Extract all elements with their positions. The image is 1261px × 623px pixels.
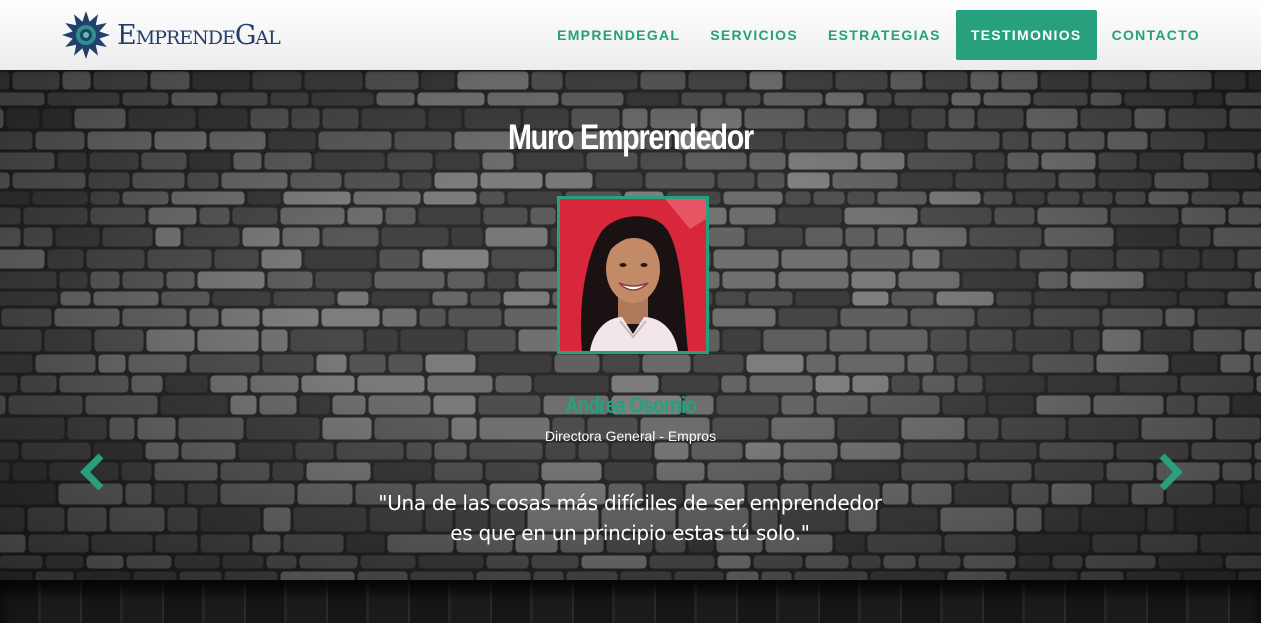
testimonial-name: Andrea Osornio bbox=[564, 392, 697, 418]
nav-item-estrategias[interactable]: ESTRATEGIAS bbox=[813, 10, 956, 60]
testimonial-photo bbox=[557, 196, 709, 354]
nav-item-contacto[interactable]: CONTACTO bbox=[1097, 10, 1215, 60]
main-nav: EMPRENDEGAL SERVICIOS ESTRATEGIAS TESTIM… bbox=[542, 10, 1215, 60]
testimonial-role: Directora General - Empros bbox=[544, 428, 717, 444]
brand-logo[interactable]: EmprendeGal bbox=[61, 10, 281, 60]
wood-floor bbox=[0, 580, 1261, 623]
nav-item-emprendegal[interactable]: EMPRENDEGAL bbox=[542, 10, 695, 60]
mandala-logo-icon bbox=[61, 10, 111, 60]
site-header: EmprendeGal EMPRENDEGAL SERVICIOS ESTRAT… bbox=[0, 0, 1261, 70]
carousel-next-button[interactable] bbox=[1156, 452, 1186, 492]
carousel-prev-button[interactable] bbox=[77, 452, 107, 492]
testimonial-quote: "Una de las cosas más difíciles de ser e… bbox=[330, 488, 930, 548]
chevron-right-icon bbox=[1159, 453, 1183, 491]
testimonial-quote-line-2: es que en un principio estas tú solo." bbox=[450, 521, 810, 545]
chevron-left-icon bbox=[80, 453, 104, 491]
nav-item-testimonios[interactable]: TESTIMONIOS bbox=[955, 10, 1097, 60]
testimonial-quote-line-1: "Una de las cosas más difíciles de ser e… bbox=[378, 491, 882, 515]
brand-name: EmprendeGal bbox=[117, 19, 281, 51]
section-title: Muro Emprendedor bbox=[507, 118, 754, 157]
nav-item-servicios[interactable]: SERVICIOS bbox=[695, 10, 813, 60]
